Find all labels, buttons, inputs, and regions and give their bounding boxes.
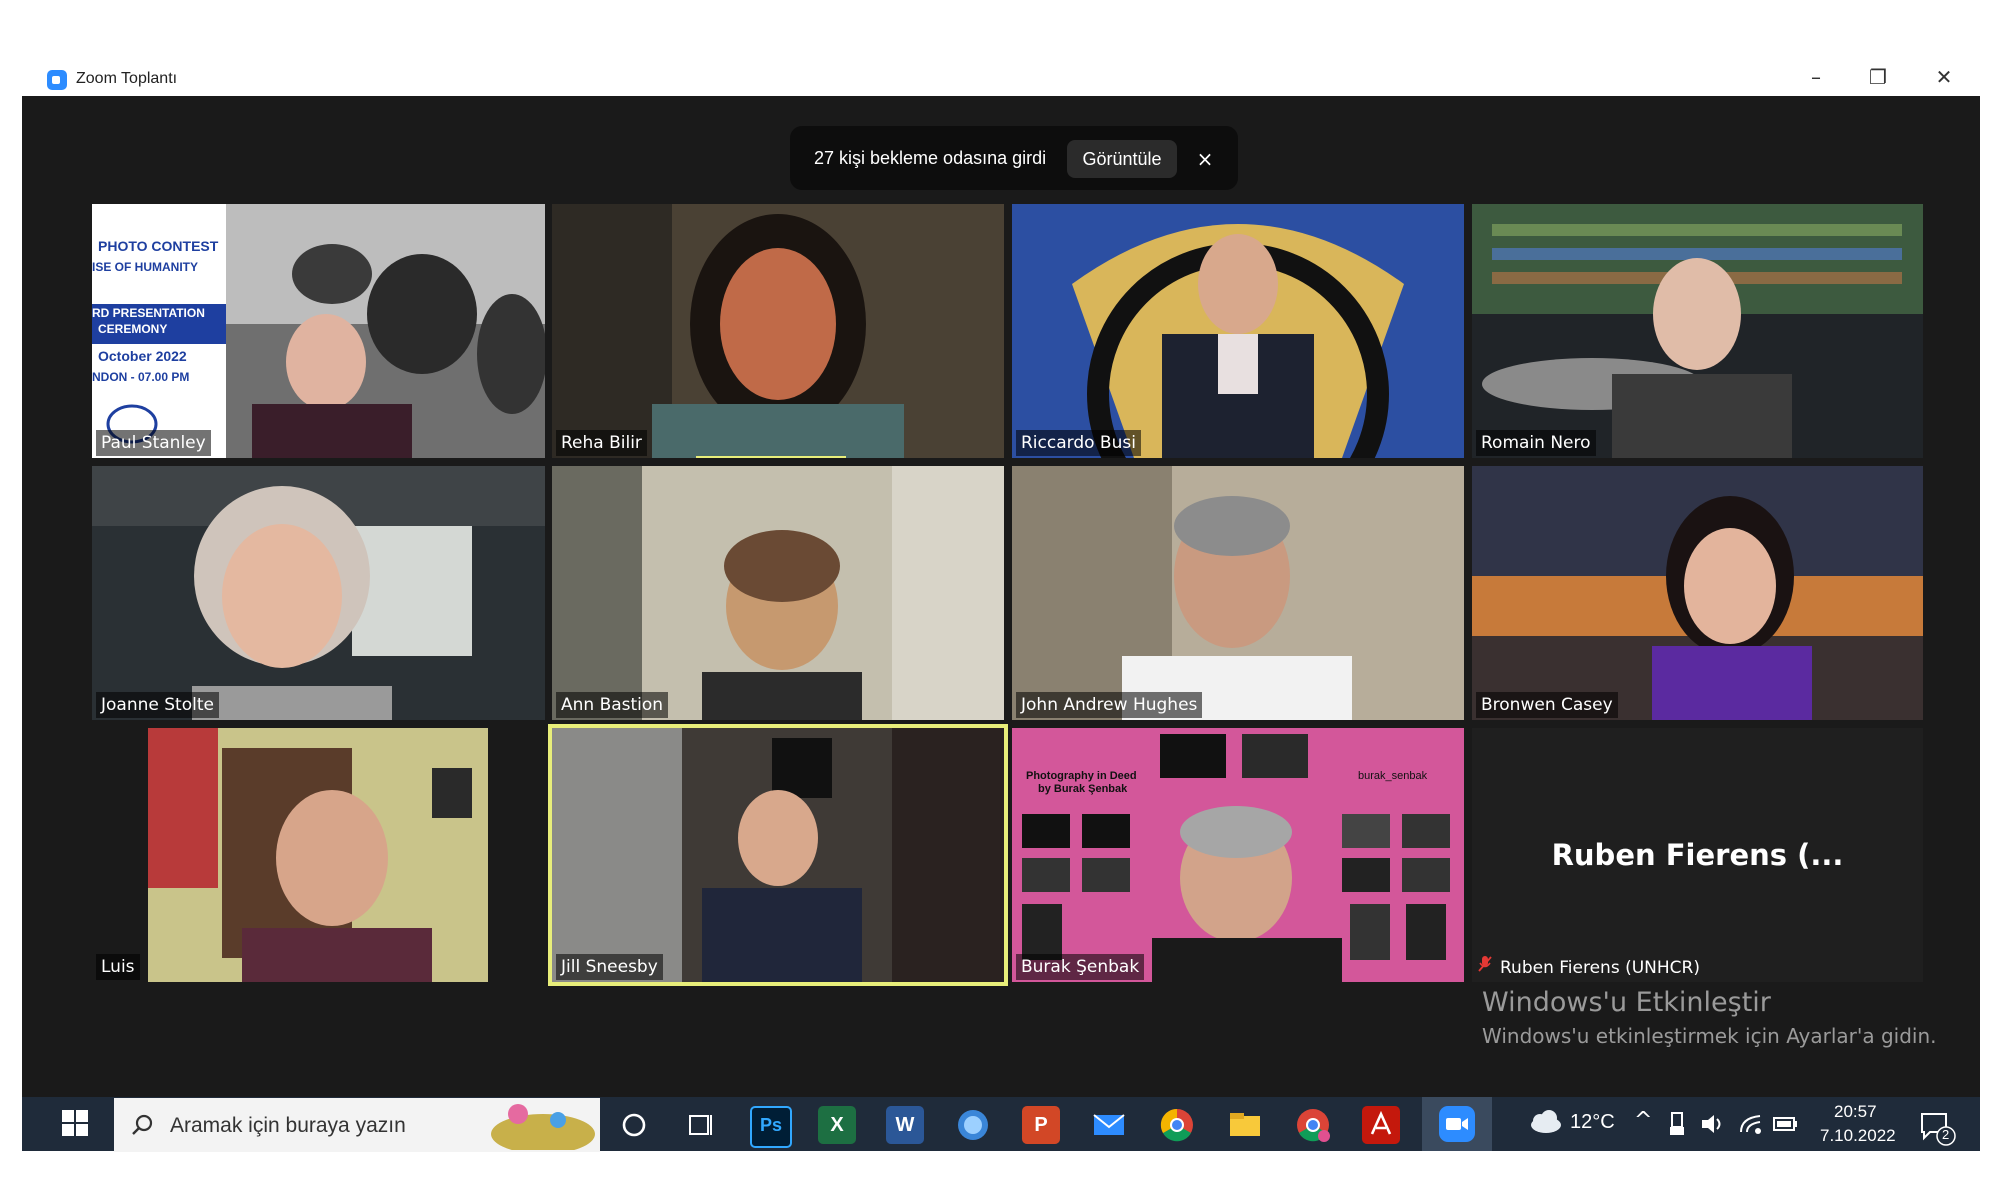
video-tile-riccardo-busi[interactable]: Riccardo Busi bbox=[1012, 204, 1464, 458]
video-tile-reha-bilir[interactable]: Reha Bilir bbox=[552, 204, 1004, 458]
search-placeholder: Aramak için buraya yazın bbox=[170, 1114, 406, 1137]
slide-line: RD PRESENTATION bbox=[92, 306, 205, 320]
weather-icon[interactable] bbox=[1528, 1110, 1562, 1139]
clock-time[interactable]: 20:57 bbox=[1834, 1102, 1877, 1122]
participant-name-label: Ruben Fierens (UNHCR) bbox=[1478, 955, 1700, 980]
zoom-icon bbox=[1439, 1106, 1475, 1142]
chevron-up-icon[interactable]: ^ bbox=[1634, 1108, 1652, 1133]
participant-display-name: Ruben Fierens (... bbox=[1551, 838, 1844, 872]
participant-name: Jill Sneesby bbox=[556, 954, 663, 980]
participant-name: Bronwen Casey bbox=[1476, 692, 1618, 718]
video-frame bbox=[1012, 466, 1464, 720]
usb-icon[interactable] bbox=[1668, 1111, 1686, 1142]
activation-watermark-subtitle: Windows'u etkinleştirmek için Ayarlar'a … bbox=[1482, 1024, 1937, 1048]
video-tile-ruben-fierens[interactable]: Ruben Fierens (... Ruben Fierens (UNHCR) bbox=[1472, 728, 1923, 982]
file-explorer-icon[interactable] bbox=[1226, 1106, 1264, 1144]
video-tile-john-andrew-hughes[interactable]: John Andrew Hughes bbox=[1012, 466, 1464, 720]
video-frame bbox=[552, 728, 1004, 982]
video-tile-luis[interactable]: Luis bbox=[92, 728, 545, 982]
background-text: by Burak Şenbak bbox=[1038, 783, 1128, 795]
notification-icon bbox=[1921, 1113, 1956, 1146]
battery-icon[interactable] bbox=[1772, 1114, 1800, 1139]
background-text: burak_senbak bbox=[1358, 770, 1428, 782]
slide-line: CEREMONY bbox=[98, 322, 168, 336]
participant-name: Reha Bilir bbox=[556, 430, 647, 456]
photoshop-icon[interactable]: Ps bbox=[750, 1106, 792, 1148]
participant-name: Burak Şenbak bbox=[1016, 954, 1145, 980]
video-tile-burak-senbak[interactable]: Photography in Deed by Burak Şenbak bura… bbox=[1012, 728, 1464, 982]
video-tile-romain-nero[interactable]: Romain Nero bbox=[1472, 204, 1923, 458]
slide-line: October 2022 bbox=[98, 348, 187, 364]
minimize-button[interactable]: – bbox=[1796, 60, 1836, 94]
volume-icon[interactable] bbox=[1700, 1112, 1726, 1141]
word-icon[interactable]: W bbox=[886, 1106, 924, 1144]
adobe-acrobat-icon[interactable] bbox=[1362, 1106, 1400, 1144]
slide-line: PHOTO CONTEST bbox=[98, 238, 219, 254]
close-window-button[interactable]: ✕ bbox=[1924, 60, 1964, 94]
excel-icon[interactable]: X bbox=[818, 1106, 856, 1144]
video-tile-bronwen-casey[interactable]: Bronwen Casey bbox=[1472, 466, 1923, 720]
zoom-taskbar-button[interactable] bbox=[1422, 1097, 1492, 1151]
participant-name: Paul Stanley bbox=[96, 430, 211, 456]
video-frame bbox=[1012, 204, 1464, 458]
participant-name: Romain Nero bbox=[1476, 430, 1596, 456]
weather-temperature[interactable]: 12°C bbox=[1570, 1111, 1615, 1134]
background-text: Photography in Deed bbox=[1026, 770, 1137, 782]
video-tile-ann-bastion[interactable]: Ann Bastion bbox=[552, 466, 1004, 720]
slide-line: ISE OF HUMANITY bbox=[92, 260, 199, 274]
clock-date[interactable]: 7.10.2022 bbox=[1820, 1126, 1896, 1146]
cortana-icon[interactable] bbox=[615, 1106, 653, 1144]
powerpoint-icon[interactable]: P bbox=[1022, 1106, 1060, 1144]
participant-name: Luis bbox=[96, 954, 140, 980]
wifi-icon[interactable] bbox=[1738, 1112, 1764, 1141]
video-frame bbox=[1472, 204, 1923, 458]
participant-name: Ann Bastion bbox=[556, 692, 669, 718]
mic-muted-icon bbox=[1478, 955, 1492, 973]
zoom-app-icon bbox=[47, 70, 67, 90]
window-title: Zoom Toplantı bbox=[76, 70, 178, 87]
video-tile-paul-stanley[interactable]: PHOTO CONTEST ISE OF HUMANITY RD PRESENT… bbox=[92, 204, 545, 458]
video-frame bbox=[92, 728, 545, 982]
video-tile-jill-sneesby[interactable]: Jill Sneesby bbox=[548, 724, 1008, 986]
slide-line: NDON - 07.00 PM bbox=[92, 370, 190, 384]
globe-app-icon[interactable] bbox=[954, 1106, 992, 1144]
view-waiting-room-button[interactable]: Görüntüle bbox=[1067, 140, 1177, 178]
waiting-room-text: 27 kişi bekleme odasına girdi bbox=[814, 148, 1047, 168]
restore-button[interactable]: ❐ bbox=[1858, 60, 1898, 94]
participant-name: Joanne Stolte bbox=[96, 692, 219, 718]
task-view-icon[interactable] bbox=[682, 1106, 720, 1144]
video-frame bbox=[552, 466, 1004, 720]
close-notice-button[interactable]: × bbox=[1190, 142, 1220, 176]
activation-watermark-title: Windows'u Etkinleştir bbox=[1482, 987, 1771, 1018]
chrome-profile-icon[interactable] bbox=[1294, 1106, 1332, 1144]
action-center-button[interactable]: 2 bbox=[1916, 1106, 1956, 1146]
participant-name: Riccardo Busi bbox=[1016, 430, 1141, 456]
video-frame bbox=[92, 466, 545, 720]
video-tile-joanne-stolte[interactable]: Joanne Stolte bbox=[92, 466, 545, 720]
video-frame bbox=[1012, 728, 1464, 982]
video-frame bbox=[552, 204, 1004, 458]
window-titlebar bbox=[22, 58, 1980, 96]
notification-count: 2 bbox=[1942, 1127, 1950, 1142]
participant-name: Ruben Fierens (UNHCR) bbox=[1500, 958, 1700, 978]
video-frame bbox=[1472, 466, 1923, 720]
chrome-icon[interactable] bbox=[1158, 1106, 1196, 1144]
search-highlight-icon bbox=[491, 1104, 595, 1150]
search-icon bbox=[132, 1114, 153, 1135]
windows-start-icon[interactable] bbox=[62, 1110, 88, 1136]
mail-icon[interactable] bbox=[1090, 1106, 1128, 1144]
participant-name: John Andrew Hughes bbox=[1016, 692, 1203, 718]
